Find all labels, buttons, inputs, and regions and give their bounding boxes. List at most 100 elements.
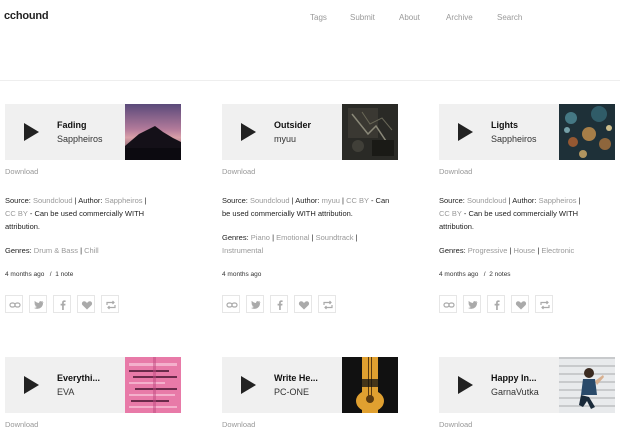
permalink-button[interactable] [439,295,457,313]
nav-about[interactable]: About [399,13,420,22]
tweet-button[interactable] [463,295,481,313]
facebook-icon [60,300,66,310]
genre-link[interactable]: Instrumental [222,246,263,255]
track-title: Lights [491,120,518,130]
link-icon [443,302,455,308]
track-title: Outsider [274,120,312,130]
post-age[interactable]: 4 months ago [222,271,261,278]
play-icon[interactable] [458,376,473,394]
post-age[interactable]: 4 months ago [439,271,478,278]
reblog-icon [106,300,116,310]
audio-player: Lights Sappheiros [439,104,615,160]
main-nav: Tags Submit About Archive Search [0,13,620,25]
tweet-button[interactable] [246,295,264,313]
nav-archive[interactable]: Archive [446,13,473,22]
reblog-icon [323,300,333,310]
track-title: Everythi... [57,373,101,383]
genre-link[interactable]: House [514,246,536,255]
like-button[interactable] [77,295,95,313]
play-icon[interactable] [24,123,39,141]
facebook-share-button[interactable] [53,295,71,313]
track-artist: PC-ONE [274,387,310,397]
download-link[interactable]: Download [439,167,472,176]
source-link[interactable]: Soundcloud [467,196,507,205]
notes-count[interactable]: 1 note [55,271,73,278]
twitter-icon [467,300,478,309]
genres: Genres: Piano | Emotional | Soundtrack |… [222,233,358,255]
license-link[interactable]: CC BY [346,196,369,205]
facebook-icon [494,300,500,310]
nav-tags[interactable]: Tags [310,13,327,22]
track-artist: EVA [57,387,75,397]
genre-link[interactable]: Soundtrack [316,233,354,242]
post-meta: 4 months ago / 1 note [5,271,74,278]
genre-link[interactable]: Progressive [468,246,508,255]
source-link[interactable]: Soundcloud [250,196,290,205]
post-meta: 4 months ago [222,271,261,278]
reblog-button[interactable] [101,295,119,313]
link-icon [9,302,21,308]
heart-icon [298,301,310,310]
track-title: Write He... [274,373,318,383]
cover-art [125,104,181,160]
heart-icon [81,301,93,310]
twitter-icon [33,300,44,309]
source-link[interactable]: Soundcloud [33,196,73,205]
play-icon[interactable] [24,376,39,394]
cover-art [342,357,398,413]
download-link[interactable]: Download [222,420,255,429]
facebook-share-button[interactable] [487,295,505,313]
facebook-icon [277,300,283,310]
track-title: Happy In... [491,373,537,383]
audio-player: Fading Sappheiros [5,104,181,160]
cover-art [559,104,615,160]
download-link[interactable]: Download [5,167,38,176]
heart-icon [515,301,527,310]
header-divider [0,80,620,81]
track-artist: Sappheiros [57,134,103,144]
track-artist: Sappheiros [491,134,537,144]
genre-link[interactable]: Drum & Bass [34,246,78,255]
site-header: cchound Tags Submit About Archive Search [0,0,620,36]
reblog-button[interactable] [318,295,336,313]
cover-art [125,357,181,413]
like-button[interactable] [511,295,529,313]
genre-link[interactable]: Chill [84,246,99,255]
nav-search[interactable]: Search [497,13,522,22]
source-info: Source: Soundcloud | Author: Sappheiros … [5,196,147,231]
cover-art [559,357,615,413]
play-icon[interactable] [241,376,256,394]
download-link[interactable]: Download [222,167,255,176]
cover-art [342,104,398,160]
reblog-button[interactable] [535,295,553,313]
genre-link[interactable]: Emotional [276,233,309,242]
play-icon[interactable] [458,123,473,141]
source-info: Source: Soundcloud | Author: myuu | CC B… [222,196,390,218]
download-link[interactable]: Download [5,420,38,429]
post-meta: 4 months ago / 2 notes [439,271,511,278]
audio-player: Write He... PC-ONE [222,357,398,413]
license-link[interactable]: CC BY [5,209,28,218]
facebook-share-button[interactable] [270,295,288,313]
post-age[interactable]: 4 months ago [5,271,44,278]
permalink-button[interactable] [5,295,23,313]
genre-link[interactable]: Electronic [541,246,574,255]
download-link[interactable]: Download [439,420,472,429]
genres: Genres: Progressive | House | Electronic [439,246,575,255]
permalink-button[interactable] [222,295,240,313]
author-link[interactable]: myuu [322,196,340,205]
genres: Genres: Drum & Bass | Chill [5,246,99,255]
license-link[interactable]: CC BY [439,209,462,218]
reblog-icon [540,300,550,310]
play-icon[interactable] [241,123,256,141]
nav-submit[interactable]: Submit [350,13,375,22]
notes-count[interactable]: 2 notes [489,271,510,278]
like-button[interactable] [294,295,312,313]
tweet-button[interactable] [29,295,47,313]
twitter-icon [250,300,261,309]
audio-player: Outsider myuu [222,104,398,160]
author-link[interactable]: Sappheiros [105,196,143,205]
genre-link[interactable]: Piano [251,233,270,242]
track-artist: myuu [274,134,297,144]
author-link[interactable]: Sappheiros [539,196,577,205]
